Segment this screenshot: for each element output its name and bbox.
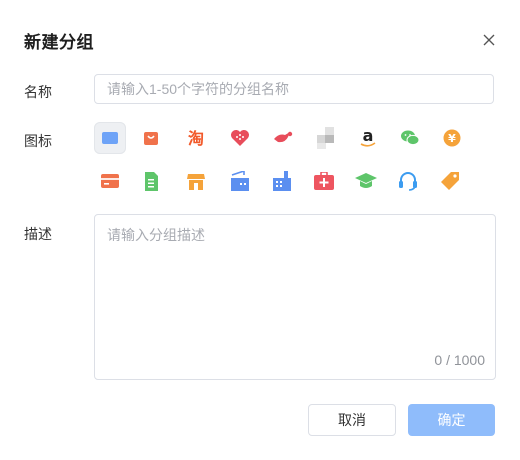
icon-option-squares[interactable] <box>310 122 342 154</box>
icon-option-building[interactable] <box>224 165 256 197</box>
description-box: 0 / 1000 <box>94 214 496 380</box>
heart-icon <box>231 130 249 146</box>
cancel-button-label: 取消 <box>338 412 366 428</box>
amazon-icon: a <box>360 128 376 147</box>
wechat-icon <box>401 130 420 146</box>
icon-option-folder[interactable] <box>94 122 126 154</box>
graduation-cap-icon <box>355 173 377 188</box>
icon-option-taobao[interactable]: 淘 <box>180 122 212 154</box>
icon-option-yen[interactable]: ¥ <box>436 122 468 154</box>
description-textarea[interactable] <box>95 215 495 345</box>
medical-kit-icon <box>314 172 334 190</box>
description-label: 描述 <box>24 226 52 242</box>
building-icon <box>231 171 249 191</box>
name-label: 名称 <box>24 84 52 100</box>
new-group-dialog: 新建分组 名称 图标 淘 <box>0 0 520 460</box>
svg-text:a: a <box>363 128 374 145</box>
icon-option-shop[interactable] <box>180 165 212 197</box>
svg-text:¥: ¥ <box>448 132 456 145</box>
bird-icon <box>274 131 293 143</box>
shop-icon <box>187 174 205 190</box>
yen-icon: ¥ <box>443 129 461 147</box>
tag-icon <box>441 172 459 190</box>
icon-option-headset[interactable] <box>392 165 424 197</box>
icon-option-bird[interactable] <box>268 122 300 154</box>
cancel-button[interactable]: 取消 <box>308 404 396 436</box>
icon-option-amazon[interactable]: a <box>352 122 384 154</box>
factory-icon <box>273 171 291 191</box>
icon-option-heart[interactable] <box>224 122 256 154</box>
close-icon[interactable] <box>480 31 498 49</box>
icon-option-wechat[interactable] <box>394 122 426 154</box>
shopping-bag-icon <box>144 132 158 145</box>
headset-icon <box>399 172 417 191</box>
character-counter: 0 / 1000 <box>434 352 485 368</box>
confirm-button[interactable]: 确定 <box>408 404 495 436</box>
squares-icon <box>317 127 334 149</box>
confirm-button-label: 确定 <box>437 412 466 428</box>
icon-option-factory[interactable] <box>266 165 298 197</box>
card-icon <box>101 174 119 188</box>
icon-label: 图标 <box>24 133 52 149</box>
icon-option-tag[interactable] <box>434 165 466 197</box>
icon-option-card[interactable] <box>94 165 126 197</box>
group-name-input[interactable] <box>94 74 494 104</box>
document-icon <box>145 171 158 191</box>
folder-icon <box>102 132 118 144</box>
taobao-icon: 淘 <box>188 129 204 148</box>
icon-option-graduation-cap[interactable] <box>350 165 382 197</box>
icon-option-shopping-bag[interactable] <box>135 122 167 154</box>
icon-option-medical-kit[interactable] <box>308 165 340 197</box>
dialog-title: 新建分组 <box>24 33 94 52</box>
icon-option-document[interactable] <box>135 165 167 197</box>
svg-text:淘: 淘 <box>188 129 204 148</box>
